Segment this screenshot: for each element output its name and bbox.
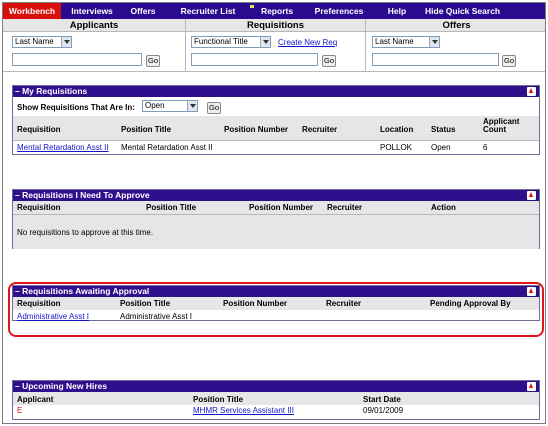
to-approve-header[interactable]: – Requisitions I Need To Approve [13,190,539,201]
start-date-cell: 09/01/2009 [363,406,404,415]
col-applicant: Applicant [17,395,54,404]
row-divider [13,214,539,215]
chevron-down-icon [429,37,439,47]
quick-search-header: Applicants Requisitions Offers [3,19,545,32]
empty-message: No requisitions to approve at this time. [17,228,154,237]
requisitions-search-input[interactable] [191,53,318,66]
col-position-title: Position Title [193,395,244,404]
collapse-up-icon[interactable] [527,87,536,96]
requisitions-field-select[interactable]: Functional Title [191,36,271,48]
filter-go-button[interactable]: Go [207,102,221,114]
tab-recruiter-list[interactable]: Recruiter List [163,3,253,19]
col-location: Location [380,125,414,134]
col-start-date: Start Date [363,395,401,404]
create-new-req-link[interactable]: Create New Req [278,38,337,47]
chevron-down-icon [187,101,197,111]
offers-search-input[interactable] [372,53,499,66]
to-approve-title: Requisitions I Need To Approve [22,190,150,200]
new-hires-column-header [13,392,539,405]
col-position-title: Position Title [121,125,172,134]
applicants-header: Applicants [3,19,186,31]
applicants-search: Last Name Go [3,32,186,72]
applicants-go-button[interactable]: Go [146,55,160,67]
tab-interviews[interactable]: Interviews [61,3,123,19]
tab-preferences[interactable]: Preferences [301,3,377,19]
offers-go-button[interactable]: Go [502,55,516,67]
col-count: Count [483,125,507,134]
status-cell: Open [431,143,451,152]
my-requisitions-header[interactable]: – My Requisitions [13,86,539,97]
location-cell: POLLOK [380,143,413,152]
col-recruiter: Recruiter [302,125,338,134]
col-action: Action [431,203,456,212]
collapse-up-icon[interactable] [527,191,536,200]
hide-quick-search-link[interactable]: Hide Quick Search [417,3,507,19]
new-hires-title: Upcoming New Hires [22,381,108,391]
tab-workbench[interactable]: Workbench [3,3,61,19]
highlight-box [8,282,544,337]
status-filter-select[interactable]: Open [142,100,198,112]
quick-search: Last Name Go Functional Title Create New… [3,32,545,72]
top-nav: Workbench Interviews Offers Recruiter Li… [3,3,545,19]
collapse-up-icon[interactable] [527,382,536,391]
to-approve-panel: – Requisitions I Need To Approve Requisi… [12,189,540,249]
requisitions-search: Functional Title Create New Req Go [186,32,366,72]
row-divider [13,140,539,141]
col-requisition: Requisition [17,203,61,212]
offers-header: Offers [442,20,471,31]
col-position-title: Position Title [146,203,197,212]
chevron-down-icon [61,37,71,47]
new-hires-panel: – Upcoming New Hires Applicant Position … [12,380,540,420]
applicants-field-value: Last Name [15,37,54,46]
app-frame: Workbench Interviews Offers Recruiter Li… [2,2,546,424]
chevron-down-icon [260,37,270,47]
offers-field-select[interactable]: Last Name [372,36,440,48]
offers-field-value: Last Name [375,37,414,46]
offers-search: Last Name Go [366,32,545,72]
applicant-cell[interactable]: E [17,406,22,415]
applicants-field-select[interactable]: Last Name [12,36,72,48]
nav-marker [250,5,254,8]
tab-help[interactable]: Help [377,3,417,19]
col-recruiter: Recruiter [327,203,363,212]
my-requisitions-title: My Requisitions [22,86,88,96]
filter-label: Show Requisitions That Are In: [17,103,135,112]
new-hires-header[interactable]: – Upcoming New Hires [13,381,539,392]
applicants-search-input[interactable] [12,53,142,66]
col-position-number: Position Number [249,203,314,212]
requisitions-go-button[interactable]: Go [322,55,336,67]
requisitions-header: Requisitions [186,19,366,31]
requisition-link[interactable]: Mental Retardation Asst II [17,143,109,152]
col-status: Status [431,125,456,134]
tab-offers[interactable]: Offers [123,3,163,19]
col-position-number: Position Number [224,125,289,134]
count-cell: 6 [483,143,488,152]
col-requisition: Requisition [17,125,61,134]
requisitions-field-value: Functional Title [194,37,248,46]
status-filter-value: Open [145,101,165,110]
tab-reports[interactable]: Reports [253,3,301,19]
my-requisitions-panel: – My Requisitions Show Requisitions That… [12,85,540,155]
position-title-link[interactable]: MHMR Services Assistant III [193,406,294,415]
position-title-cell: Mental Retardation Asst II [121,143,213,152]
